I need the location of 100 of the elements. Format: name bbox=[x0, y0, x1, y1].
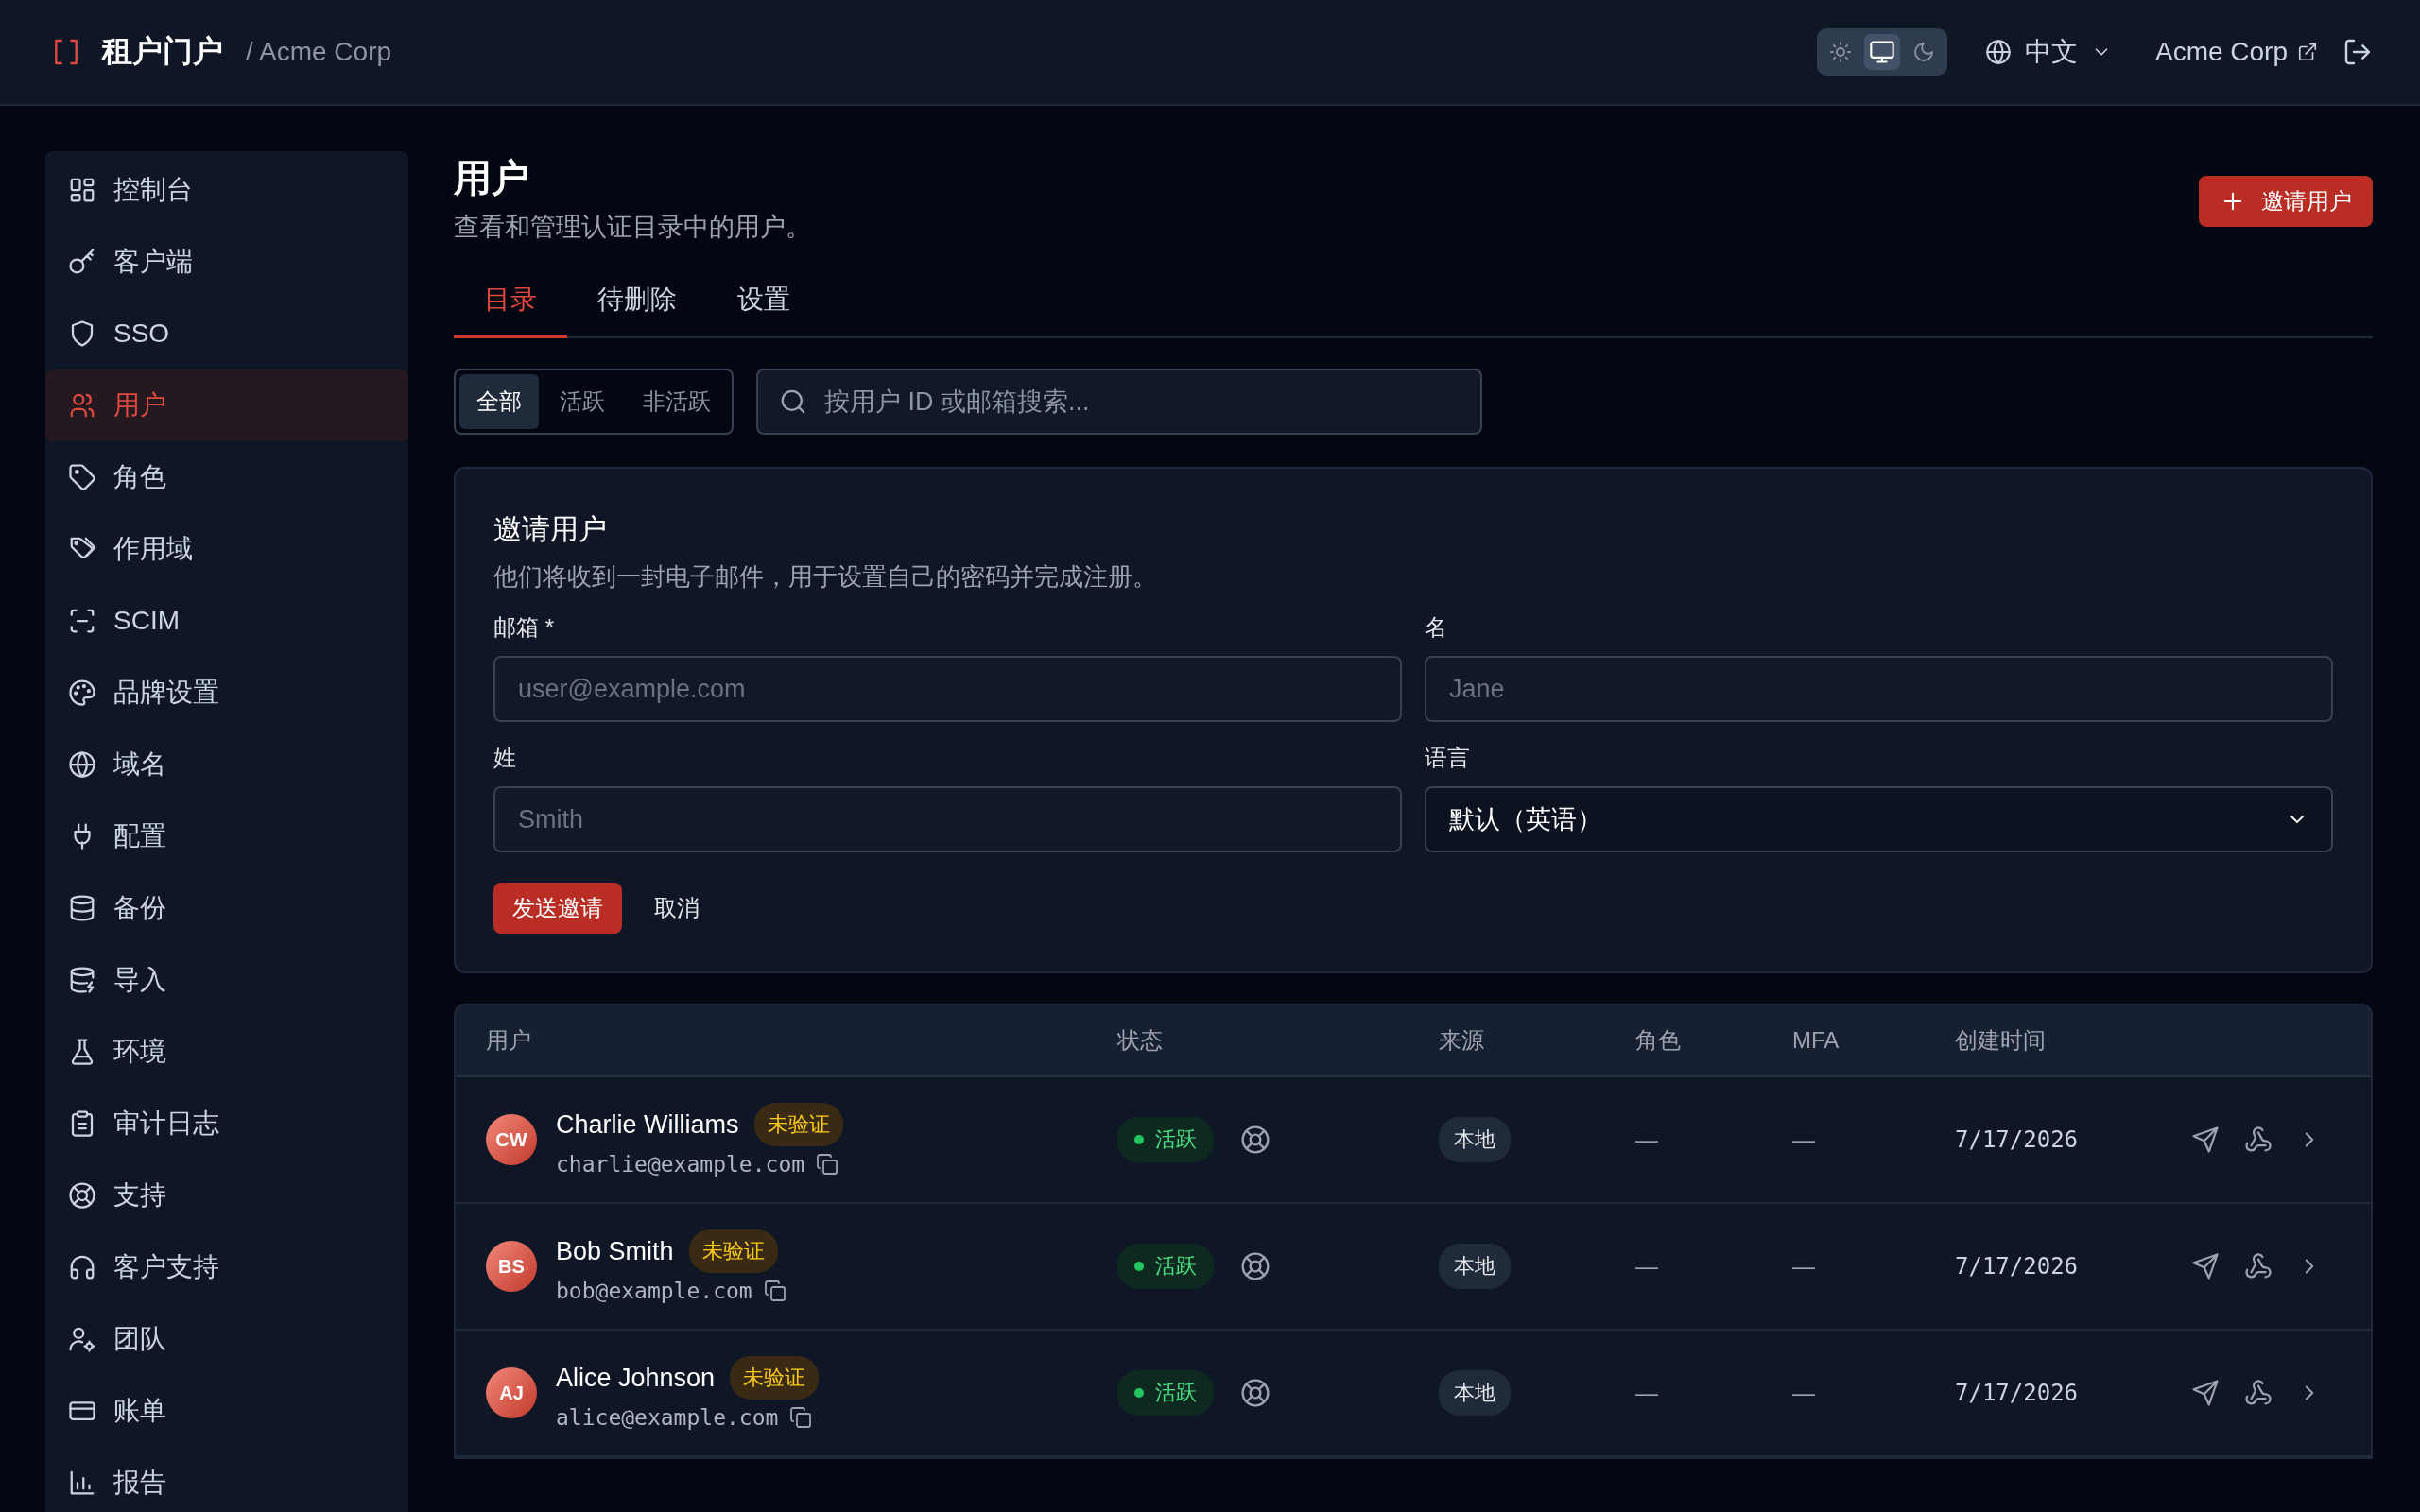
grid-icon bbox=[68, 176, 96, 204]
account-link[interactable]: Acme Corp bbox=[2154, 37, 2318, 67]
status-badge: 活跃 bbox=[1117, 1117, 1214, 1162]
source-badge: 本地 bbox=[1439, 1117, 1511, 1162]
bar-chart-icon bbox=[68, 1469, 96, 1497]
database-icon bbox=[68, 894, 96, 922]
palette-icon bbox=[68, 679, 96, 707]
copy-icon bbox=[789, 1406, 813, 1429]
field-label: 邮箱 * bbox=[493, 613, 555, 642]
unverified-badge: 未验证 bbox=[730, 1356, 820, 1400]
user-email: bob@example.com bbox=[556, 1279, 752, 1303]
webhook-icon bbox=[2244, 1125, 2273, 1154]
sidebar-item[interactable]: 导入 bbox=[45, 944, 408, 1016]
webhook-icon bbox=[2244, 1379, 2273, 1407]
external-link-icon bbox=[2297, 42, 2318, 62]
sidebar-item[interactable]: 环境 bbox=[45, 1016, 408, 1088]
sidebar-item[interactable]: SSO bbox=[45, 298, 408, 369]
send-button[interactable] bbox=[2191, 1379, 2220, 1407]
column-header: MFA bbox=[1792, 1027, 1841, 1054]
user-name: Alice Johnson bbox=[556, 1363, 716, 1393]
copy-button[interactable] bbox=[789, 1406, 813, 1429]
user-avatar: AJ bbox=[486, 1367, 537, 1418]
logout-icon bbox=[2342, 37, 2373, 67]
user-gear-icon bbox=[68, 1325, 96, 1353]
tab[interactable]: 待删除 bbox=[567, 282, 707, 338]
globe-icon bbox=[68, 750, 96, 779]
lifebuoy-icon bbox=[68, 1181, 96, 1210]
filter-option[interactable]: 活跃 bbox=[543, 374, 622, 429]
mfa-cell-text: — bbox=[1792, 1253, 1816, 1280]
sidebar-item[interactable]: 配置 bbox=[45, 800, 408, 872]
send-icon bbox=[2191, 1125, 2220, 1154]
key-icon bbox=[68, 248, 96, 276]
unverified-badge: 未验证 bbox=[753, 1103, 843, 1146]
tab[interactable]: 目录 bbox=[454, 282, 567, 338]
input-field[interactable]: user@example.com bbox=[493, 656, 1402, 722]
field-label: 语言 bbox=[1425, 744, 1471, 772]
sidebar-item[interactable]: 客户端 bbox=[45, 226, 408, 298]
user-avatar: CW bbox=[486, 1114, 537, 1165]
sidebar-item[interactable]: 控制台 bbox=[45, 154, 408, 226]
send-button[interactable] bbox=[2191, 1252, 2220, 1280]
user-name: Bob Smith bbox=[556, 1236, 674, 1266]
input-field[interactable]: Jane bbox=[1425, 656, 2333, 722]
copy-button[interactable] bbox=[816, 1153, 839, 1176]
field-label: 名 bbox=[1425, 613, 1448, 642]
send-invite-button[interactable]: 发送邀请 bbox=[493, 883, 622, 934]
search-field[interactable]: 按用户 ID 或邮箱搜索... bbox=[756, 369, 1482, 435]
webhook-button[interactable] bbox=[2244, 1379, 2273, 1407]
copy-button[interactable] bbox=[763, 1280, 786, 1302]
unverified-badge: 未验证 bbox=[688, 1229, 778, 1273]
users-icon bbox=[68, 391, 96, 420]
filter-option[interactable]: 全部 bbox=[459, 374, 539, 429]
send-icon bbox=[2191, 1379, 2220, 1407]
sidebar-item[interactable]: SCIM bbox=[45, 585, 408, 657]
lifebuoy-icon bbox=[1240, 1251, 1270, 1281]
form-description: 他们将收到一封电子邮件，用于设置自己的密码并完成注册。 bbox=[493, 561, 1158, 593]
sidebar-item[interactable]: 品牌设置 bbox=[45, 657, 408, 729]
column-header: 用户 bbox=[486, 1026, 532, 1055]
tenant-name: / Acme Corp bbox=[246, 37, 392, 67]
column-header: 角色 bbox=[1635, 1026, 1682, 1055]
sidebar-item[interactable]: 域名 bbox=[45, 729, 408, 800]
copy-icon bbox=[816, 1153, 839, 1176]
sidebar-item[interactable]: 客户支持 bbox=[45, 1231, 408, 1303]
app-title: 租户门户 bbox=[102, 33, 223, 70]
status-badge: 活跃 bbox=[1117, 1244, 1214, 1289]
lifebuoy-icon bbox=[1240, 1125, 1270, 1155]
webhook-button[interactable] bbox=[2244, 1252, 2273, 1280]
tag-icon bbox=[68, 463, 96, 491]
column-header: 来源 bbox=[1439, 1026, 1485, 1055]
send-button[interactable] bbox=[2191, 1125, 2220, 1154]
invite-user-button[interactable]: 邀请用户 bbox=[2199, 176, 2373, 227]
language-switcher[interactable]: 中文 bbox=[1984, 34, 2112, 70]
sidebar-item[interactable]: 用户 bbox=[45, 369, 408, 441]
sidebar-item[interactable]: 审计日志 bbox=[45, 1088, 408, 1160]
sidebar-item[interactable]: 支持 bbox=[45, 1160, 408, 1231]
search-icon bbox=[779, 387, 807, 416]
form-title: 邀请用户 bbox=[493, 512, 608, 546]
column-header: 状态 bbox=[1117, 1026, 1164, 1055]
input-field[interactable]: Smith bbox=[493, 786, 1402, 852]
sidebar-item[interactable]: 角色 bbox=[45, 441, 408, 513]
created-date: 7/17/2026 bbox=[1955, 1253, 2080, 1280]
language-select[interactable]: 默认（英语） bbox=[1425, 786, 2333, 852]
logout-button[interactable] bbox=[2342, 37, 2373, 67]
source-badge: 本地 bbox=[1439, 1244, 1511, 1289]
mfa-cell-text: — bbox=[1792, 1380, 1816, 1406]
sidebar-item[interactable]: 团队 bbox=[45, 1303, 408, 1375]
scan-icon bbox=[68, 607, 96, 635]
tab[interactable]: 设置 bbox=[707, 282, 821, 338]
sidebar-item[interactable]: 账单 bbox=[45, 1375, 408, 1447]
user-avatar: BS bbox=[486, 1241, 537, 1292]
webhook-icon bbox=[2244, 1252, 2273, 1280]
sidebar-item[interactable]: 备份 bbox=[45, 872, 408, 944]
sidebar-item[interactable]: 报告 bbox=[45, 1447, 408, 1512]
role-cell-text: — bbox=[1635, 1126, 1659, 1153]
column-header: 创建时间 bbox=[1955, 1026, 2047, 1055]
filter-option[interactable]: 非活跃 bbox=[626, 374, 728, 429]
user-email: charlie@example.com bbox=[556, 1152, 805, 1177]
cancel-button[interactable]: 取消 bbox=[641, 893, 713, 923]
theme-button[interactable] bbox=[1863, 34, 1900, 70]
sidebar-item[interactable]: 作用域 bbox=[45, 513, 408, 585]
webhook-button[interactable] bbox=[2244, 1125, 2273, 1154]
